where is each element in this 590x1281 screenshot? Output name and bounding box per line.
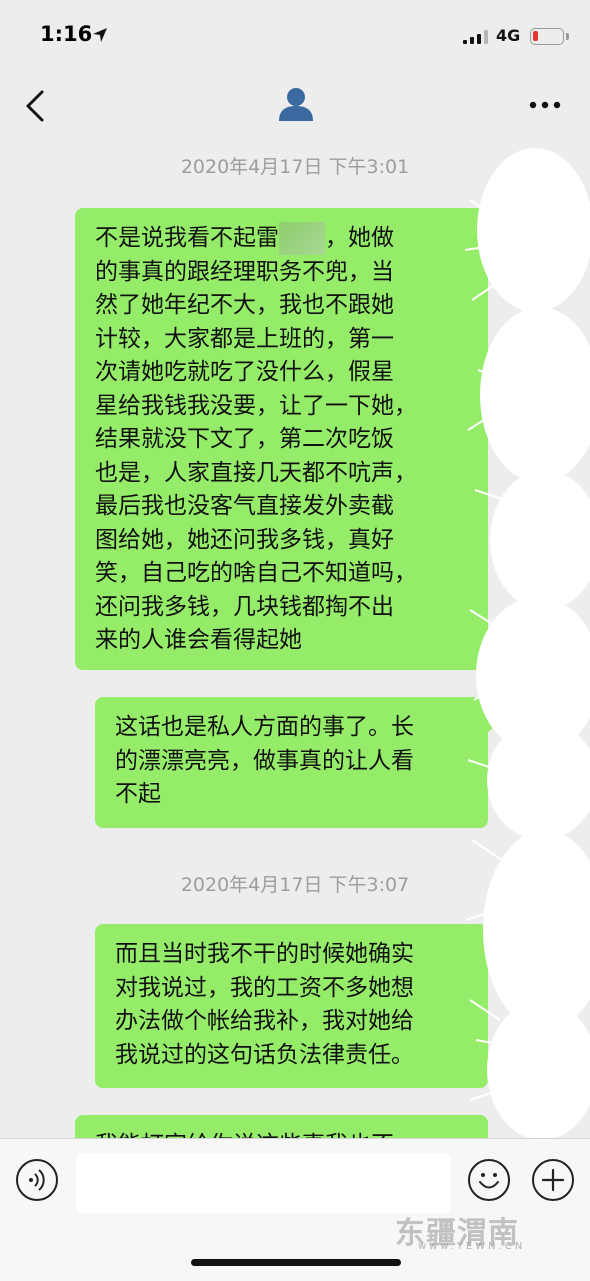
message-text: ，她做 的事真的跟经理职务不兜，当 然了她年纪不大，我也不跟她 计较，大家都是上…: [95, 225, 417, 653]
message-timestamp: 2020年4月17日 下午3:01: [180, 156, 410, 178]
plus-icon: [541, 1168, 565, 1192]
bubble-tail: [488, 226, 498, 242]
redacted-name: [279, 222, 325, 255]
battery-tip: [566, 33, 569, 40]
more-options-icon[interactable]: [527, 98, 563, 112]
back-button[interactable]: [20, 88, 52, 124]
chat-header: [0, 70, 590, 140]
contact-avatar-icon[interactable]: [278, 87, 314, 121]
network-type: 4G: [496, 26, 521, 45]
message-timestamp: 2020年4月17日 下午3:07: [180, 874, 410, 896]
watermark-url: www.YEWN.CN: [418, 1241, 526, 1252]
signal-strength-icon: [463, 30, 488, 44]
message-input[interactable]: [76, 1153, 451, 1213]
location-arrow-icon: [93, 28, 107, 42]
emoji-button[interactable]: [468, 1159, 510, 1201]
bubble-tail: [488, 716, 498, 732]
chevron-left-icon: [26, 90, 44, 122]
sent-message-bubble[interactable]: 这话也是私人方面的事了。长 的漂漂亮亮，做事真的让人看 不起: [95, 697, 488, 828]
smiley-icon: [479, 1173, 499, 1189]
status-bar: 1:16 4G: [0, 0, 590, 70]
status-time: 1:16: [40, 22, 93, 46]
battery-icon: [530, 28, 564, 45]
battery-level: [533, 31, 538, 41]
message-text: 而且当时我不干的时候她确实 对我说过，我的工资不多她想 办法做个帐给我补，我对她…: [115, 941, 414, 1068]
more-functions-button[interactable]: [532, 1159, 574, 1201]
home-indicator[interactable]: [191, 1259, 401, 1266]
voice-icon: [29, 1169, 45, 1191]
message-text: 这话也是私人方面的事了。长 的漂漂亮亮，做事真的让人看 不起: [115, 714, 414, 807]
bubble-tail: [488, 943, 498, 959]
voice-input-button[interactable]: [16, 1159, 58, 1201]
sent-message-bubble[interactable]: 而且当时我不干的时候她确实 对我说过，我的工资不多她想 办法做个帐给我补，我对她…: [95, 924, 488, 1088]
message-text: 不是说我看不起雷: [95, 225, 279, 251]
sent-message-bubble[interactable]: 不是说我看不起雷 ，她做 的事真的跟经理职务不兜，当 然了她年纪不大，我也不跟她 …: [75, 208, 488, 670]
